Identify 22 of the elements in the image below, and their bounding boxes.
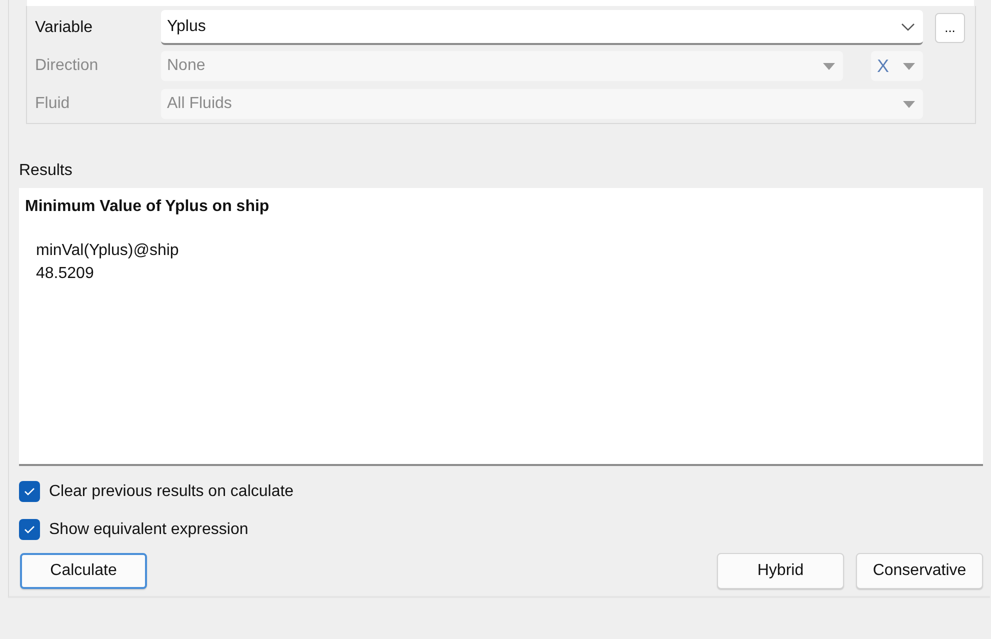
result-line: minVal(Yplus)@ship [36, 241, 180, 261]
checkbox[interactable] [19, 519, 40, 540]
browse-button[interactable]: ... [935, 12, 965, 42]
checkbox[interactable] [19, 481, 40, 502]
checkbox-label: Show equivalent expression [49, 520, 248, 538]
result-line: 48.5209 [36, 264, 95, 284]
section-label: Results [19, 162, 74, 180]
dropdown-arrow-icon [903, 62, 915, 70]
dropdown-field[interactable]: Yplus [161, 10, 923, 45]
field-label: Fluid [35, 95, 71, 113]
results-title: Minimum Value of Yplus on ship [25, 198, 270, 216]
checkmark-icon [24, 487, 35, 496]
checkbox-label: Clear previous results on calculate [49, 482, 294, 500]
method-button[interactable]: Hybrid [717, 553, 844, 589]
checkmark-icon [24, 525, 35, 534]
chevron-down-icon [901, 22, 915, 30]
dropdown-arrow-icon [903, 100, 915, 108]
field-label: Direction [35, 57, 100, 75]
calculate-button[interactable]: Calculate [20, 553, 147, 589]
dropdown-arrow-icon [823, 62, 835, 70]
method-button[interactable]: Conservative [856, 553, 983, 589]
field-label: Variable [35, 18, 94, 36]
